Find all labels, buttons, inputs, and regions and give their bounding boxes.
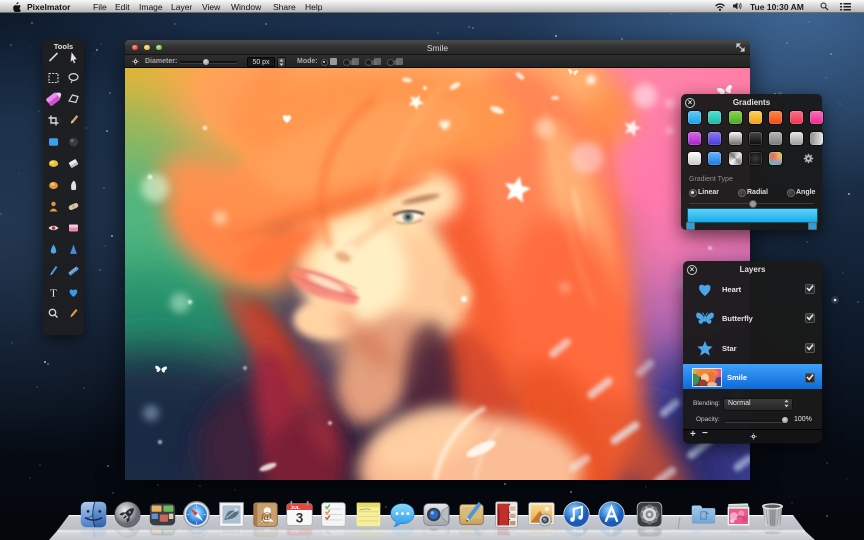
svg-text:T: T (50, 288, 57, 300)
svg-text:@: @ (260, 509, 271, 522)
svg-text:JUL: JUL (290, 529, 299, 534)
svg-text:3: 3 (295, 510, 303, 525)
